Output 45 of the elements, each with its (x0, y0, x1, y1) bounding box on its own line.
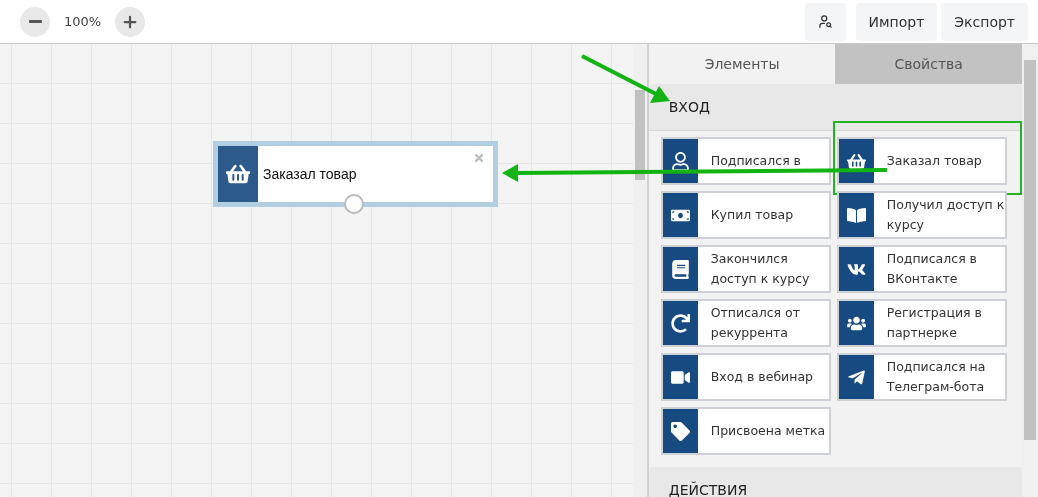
element-icon (670, 151, 690, 171)
user-search-icon (817, 14, 833, 29)
element-icon (846, 205, 866, 225)
element-label: Подписался в ВКонтакте (886, 250, 978, 288)
element-icon (670, 259, 690, 279)
element-label: Присвоена метка (710, 422, 826, 440)
element-card[interactable]: Регистрация в партнерке (836, 299, 1007, 347)
element-label: Закончился доступ к курсу (710, 250, 811, 288)
connection-port[interactable] (344, 194, 364, 214)
element-icon (846, 151, 866, 171)
panel-tab[interactable]: Свойства (835, 44, 1023, 84)
basket-icon (226, 162, 250, 186)
section-header: ВХОД (648, 84, 1023, 131)
scrollbar[interactable] (1022, 44, 1038, 497)
element-card[interactable]: Заказал товар (836, 137, 1007, 185)
zoom-in-button[interactable] (115, 6, 146, 37)
zoom-level: 100% (64, 14, 102, 29)
element-label: Подписался на Телеграм-бота (886, 358, 987, 396)
element-card[interactable]: Получил доступ к курсу (836, 191, 1007, 239)
element-label: Регистрация в партнерке (886, 304, 983, 342)
section-header: ДЕЙСТВИЯ (648, 467, 1023, 497)
element-card[interactable]: Купил товар (660, 191, 831, 239)
element-label: Отписался от рекуррента (710, 304, 801, 342)
node-title: Заказал товар (263, 166, 357, 182)
element-label: Подписался в (710, 152, 801, 170)
element-card[interactable]: Отписался от рекуррента (660, 299, 831, 347)
import-button[interactable]: Импорт (855, 2, 938, 41)
element-label: Купил товар (710, 206, 794, 224)
minus-icon (28, 20, 42, 23)
flow-node[interactable]: Заказал товар (213, 141, 498, 207)
element-label: Вход в вебинар (710, 368, 813, 386)
element-card[interactable]: Закончился доступ к курсу (660, 245, 831, 293)
element-icon (670, 421, 690, 441)
element-card[interactable]: Вход в вебинар (660, 353, 831, 401)
element-label: Получил доступ к курсу (886, 196, 1005, 234)
element-card[interactable]: Присвоена метка (660, 407, 831, 455)
zoom-out-button[interactable] (20, 6, 50, 37)
element-icon (670, 313, 690, 333)
element-label: Заказал товар (886, 152, 982, 170)
user-search-button[interactable] (804, 2, 846, 41)
close-icon[interactable] (473, 152, 485, 164)
element-card[interactable]: Подписался в ВКонтакте (836, 245, 1007, 293)
element-card[interactable]: Подписался на Телеграм-бота (836, 353, 1007, 401)
element-card[interactable]: Подписался в (660, 137, 831, 185)
export-button[interactable]: Экспорт (941, 2, 1028, 41)
